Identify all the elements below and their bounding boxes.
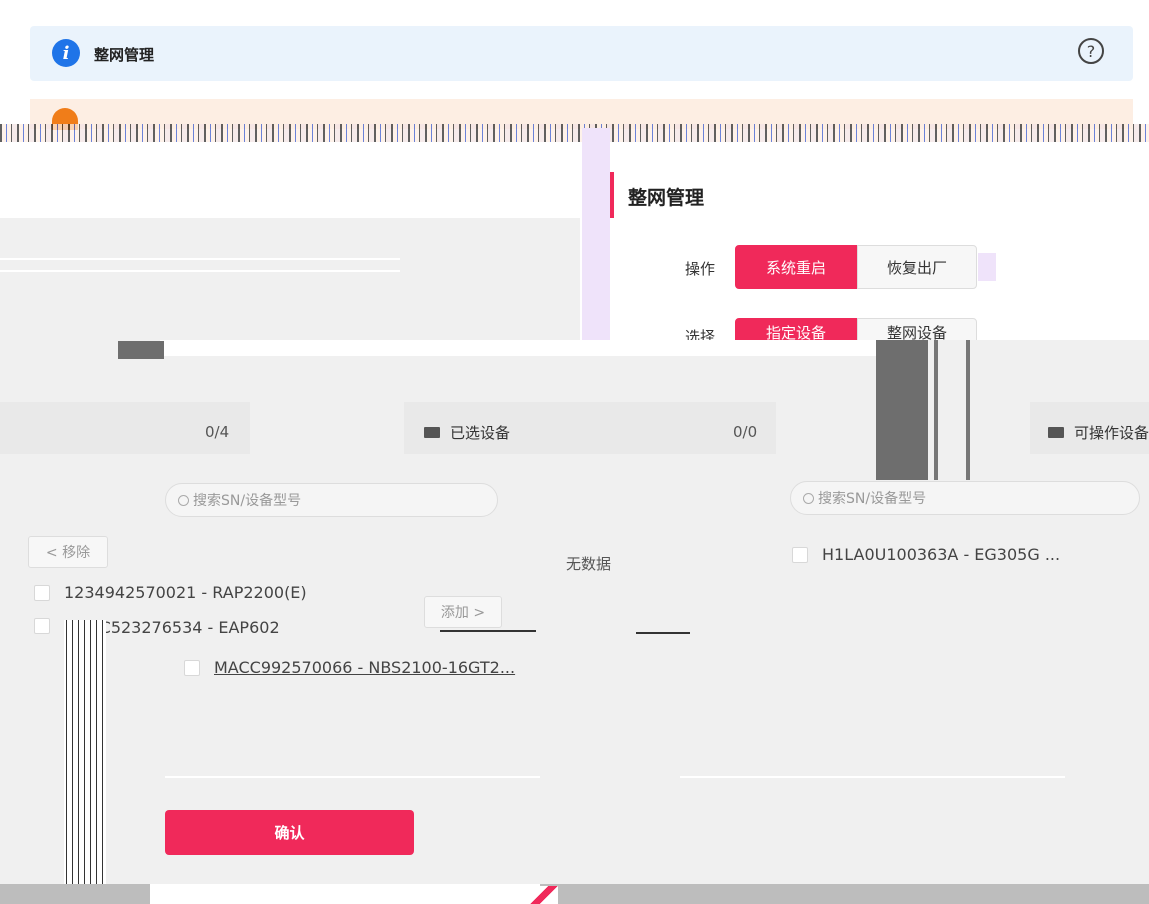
overlay-strip: [978, 253, 996, 281]
empty-state: 无数据: [566, 555, 612, 573]
factory-reset-button[interactable]: 恢复出厂: [857, 245, 977, 289]
operable-devices-header[interactable]: 可操作设备: [1048, 422, 1149, 443]
operation-label: 操作: [685, 260, 716, 278]
left-search-input[interactable]: 搜索SN/设备型号: [165, 483, 498, 517]
bottom-edge: [150, 884, 540, 904]
item-checkbox[interactable]: [34, 618, 50, 634]
item-checkbox[interactable]: [792, 546, 808, 563]
title-accent-bar: [610, 172, 614, 218]
operable-devices-title: 可操作设备: [1074, 424, 1149, 442]
list-item[interactable]: H1LA0U100363A - EG305G ...: [792, 545, 1132, 564]
divider: [636, 632, 690, 634]
list-item[interactable]: 1234942570021 - RAP2200(E): [34, 583, 307, 602]
modal-top-edge: [160, 340, 880, 356]
right-search-input[interactable]: 搜索SN/设备型号: [790, 481, 1140, 515]
selected-devices-title: 已选设备: [450, 424, 511, 442]
rendering-artifact: [64, 620, 106, 884]
item-checkbox[interactable]: [184, 659, 200, 676]
banner-title: 整网管理: [94, 46, 155, 64]
remove-button[interactable]: < 移除: [28, 536, 108, 568]
select-all-checkbox[interactable]: [424, 427, 440, 438]
help-icon[interactable]: ?: [1078, 38, 1104, 64]
search-icon: [178, 494, 189, 506]
rendering-artifact: [876, 340, 928, 480]
system-reboot-button[interactable]: 系统重启: [735, 245, 857, 289]
middle-count: 0/0: [733, 423, 758, 441]
divider: [440, 630, 536, 632]
info-banner: [30, 26, 1133, 81]
rendering-artifact: [0, 124, 1149, 142]
left-white-area: [0, 142, 580, 218]
list-item[interactable]: MACC992570066 - NBS2100-16GT2...: [184, 658, 515, 677]
panel-title: 整网管理: [628, 187, 705, 209]
divider: [0, 270, 400, 272]
divider: [0, 258, 400, 260]
selected-devices-header[interactable]: 已选设备: [424, 422, 510, 443]
overlay-strip: [582, 128, 610, 340]
rendering-artifact: [530, 886, 558, 904]
add-button[interactable]: 添加 >: [424, 596, 502, 628]
confirm-button[interactable]: 确认: [165, 810, 414, 855]
item-checkbox[interactable]: [34, 584, 50, 601]
rendering-artifact: [934, 340, 938, 480]
select-all-checkbox[interactable]: [1048, 427, 1064, 438]
left-count: 0/4: [205, 423, 230, 441]
search-icon: [803, 492, 814, 504]
list-bottom-edge: [165, 776, 540, 778]
info-icon: i: [52, 39, 80, 67]
rendering-artifact: [118, 341, 164, 359]
list-bottom-edge: [680, 776, 1065, 778]
rendering-artifact: [966, 340, 970, 480]
